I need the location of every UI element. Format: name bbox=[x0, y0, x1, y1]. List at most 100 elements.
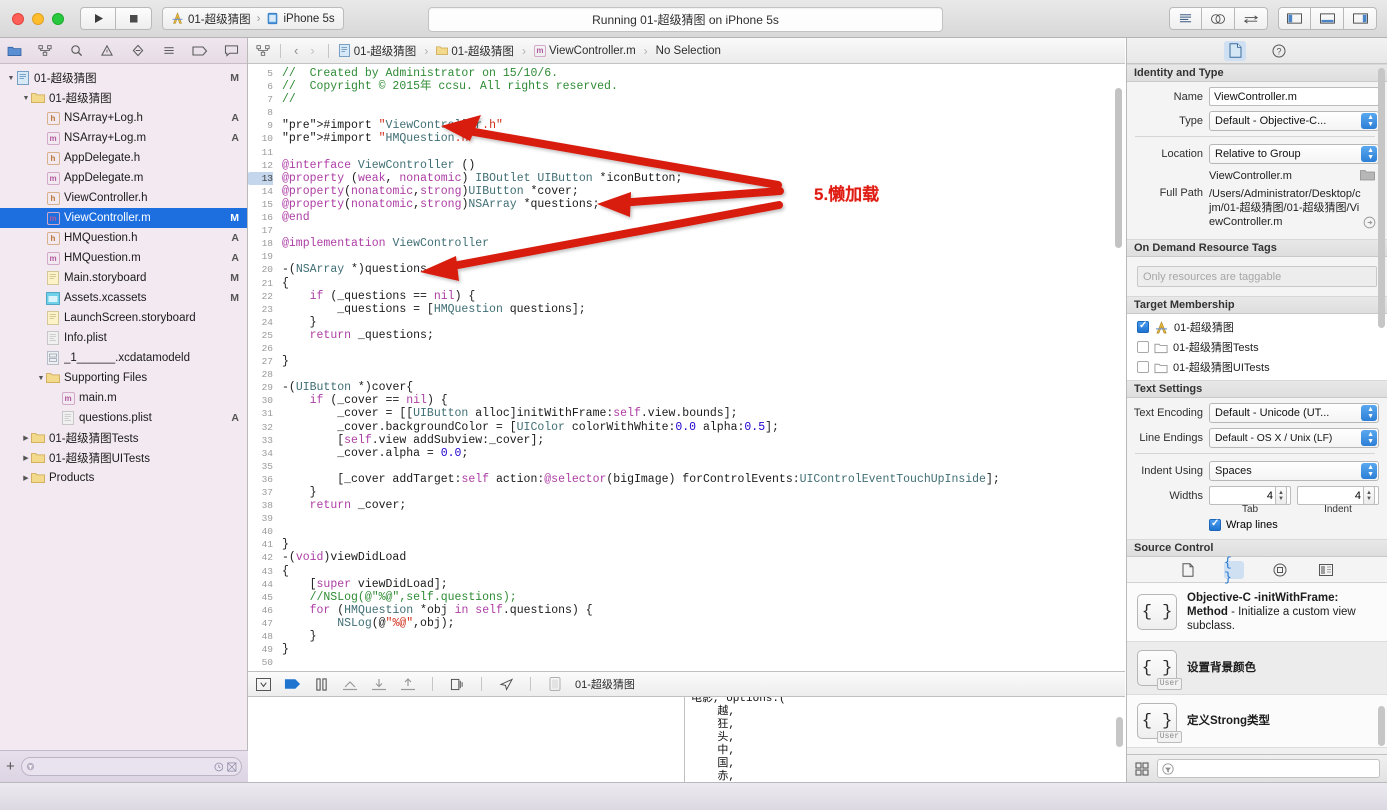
navigator-item[interactable]: m HMQuestion.m A bbox=[0, 248, 247, 268]
code-line[interactable]: if (_questions == nil) { bbox=[282, 290, 1125, 303]
code-line[interactable]: } bbox=[282, 486, 1125, 499]
code-line[interactable]: { bbox=[282, 565, 1125, 578]
code-line[interactable]: -(NSArray *)questions bbox=[282, 263, 1125, 276]
code-line[interactable]: } bbox=[282, 538, 1125, 551]
code-line[interactable]: } bbox=[282, 643, 1125, 656]
line-endings-select[interactable]: Default - OS X / Unix (LF) ▲ ▼ bbox=[1209, 428, 1379, 448]
code-line[interactable]: if (_cover == nil) { bbox=[282, 394, 1125, 407]
code-line[interactable] bbox=[282, 656, 1125, 669]
code-line[interactable]: @property(nonatomic,strong)UIButton *cov… bbox=[282, 185, 1125, 198]
media-library-icon[interactable] bbox=[1316, 561, 1336, 579]
project-navigator-list[interactable]: ▼ 01-超级猜图 M ▼ 01-超级猜图 h NSArray+Log.h A … bbox=[0, 64, 247, 748]
code-line[interactable]: @end bbox=[282, 211, 1125, 224]
code-line[interactable]: // bbox=[282, 93, 1125, 106]
navigator-item[interactable]: m NSArray+Log.m A bbox=[0, 128, 247, 148]
target-membership-row[interactable]: 01-超级猜图Tests bbox=[1131, 337, 1383, 357]
assistant-editor-button[interactable] bbox=[1202, 7, 1235, 30]
code-line[interactable]: "pre">#import "HMQuestion.h" bbox=[282, 132, 1125, 145]
breadcrumb-group[interactable]: 01-超级猜图 bbox=[436, 43, 514, 59]
simulate-location-icon[interactable] bbox=[497, 676, 515, 692]
recent-filter-icon[interactable] bbox=[214, 761, 224, 773]
disclosure-triangle-icon[interactable]: ▼ bbox=[36, 375, 46, 382]
breadcrumb-file[interactable]: m ViewController.m bbox=[533, 44, 636, 57]
text-encoding-select[interactable]: Default - Unicode (UT... ▲ ▼ bbox=[1209, 403, 1379, 423]
code-line[interactable] bbox=[282, 146, 1125, 159]
minimize-window-button[interactable] bbox=[32, 12, 44, 25]
code-line[interactable]: @property (weak, nonatomic) IBOutlet UIB… bbox=[282, 172, 1125, 185]
navigator-item[interactable]: Main.storyboard M bbox=[0, 268, 247, 288]
navigator-item[interactable]: h HMQuestion.h A bbox=[0, 228, 247, 248]
resource-tags-field[interactable]: Only resources are taggable bbox=[1137, 266, 1377, 287]
code-line[interactable]: } bbox=[282, 630, 1125, 643]
code-line[interactable]: // Created by Administrator on 15/10/6. bbox=[282, 67, 1125, 80]
location-select[interactable]: Relative to Group ▲ ▼ bbox=[1209, 144, 1379, 164]
code-line[interactable]: _cover.backgroundColor = [UIColor colorW… bbox=[282, 421, 1125, 434]
pause-icon[interactable] bbox=[312, 676, 330, 692]
code-content[interactable]: // Created by Administrator on 15/10/6. /… bbox=[278, 64, 1125, 669]
library-scrollbar[interactable] bbox=[1378, 706, 1385, 746]
tab-width-stepper[interactable]: 4 ▲ ▼ bbox=[1209, 486, 1291, 505]
stop-button[interactable] bbox=[116, 7, 152, 30]
grid-view-icon[interactable] bbox=[1135, 761, 1149, 776]
code-line[interactable] bbox=[282, 525, 1125, 538]
issue-navigator-icon[interactable] bbox=[99, 43, 115, 59]
code-line[interactable]: //NSLog(@"%@",self.questions); bbox=[282, 591, 1125, 604]
target-checkbox[interactable] bbox=[1137, 341, 1149, 353]
source-control-navigator-icon[interactable] bbox=[37, 43, 53, 59]
disclosure-triangle-icon[interactable]: ▶ bbox=[21, 474, 31, 482]
navigator-filter-field[interactable] bbox=[20, 757, 242, 776]
name-field[interactable]: ViewController.m bbox=[1209, 87, 1379, 106]
file-inspector-tab[interactable] bbox=[1224, 40, 1246, 61]
project-navigator-icon[interactable] bbox=[6, 43, 22, 59]
step-out-icon[interactable] bbox=[399, 676, 417, 692]
code-line[interactable] bbox=[282, 342, 1125, 355]
target-checkbox[interactable] bbox=[1137, 361, 1149, 373]
code-line[interactable] bbox=[282, 250, 1125, 263]
hide-debug-area-icon[interactable] bbox=[254, 676, 272, 692]
navigator-item[interactable]: ▶ 01-超级猜图Tests bbox=[0, 428, 247, 448]
code-line[interactable]: return _questions; bbox=[282, 329, 1125, 342]
toggle-inspector-button[interactable] bbox=[1344, 7, 1377, 30]
code-line[interactable]: return _cover; bbox=[282, 499, 1125, 512]
code-line[interactable]: NSLog(@"%@",obj); bbox=[282, 617, 1125, 630]
code-line[interactable]: @interface ViewController () bbox=[282, 159, 1125, 172]
tab-stepper-buttons[interactable]: ▲ ▼ bbox=[1275, 486, 1287, 505]
breadcrumb-selection-label[interactable]: No Selection bbox=[656, 45, 721, 57]
breadcrumb-project[interactable]: 01-超级猜图 bbox=[339, 43, 416, 59]
indent-stepper-buttons[interactable]: ▲ ▼ bbox=[1363, 486, 1375, 505]
code-line[interactable]: } bbox=[282, 316, 1125, 329]
code-line[interactable]: [self.view addSubview:_cover]; bbox=[282, 434, 1125, 447]
code-line[interactable] bbox=[282, 106, 1125, 119]
code-line[interactable]: [super viewDidLoad]; bbox=[282, 578, 1125, 591]
navigator-item[interactable]: ▶ 01-超级猜图UITests bbox=[0, 448, 247, 468]
navigator-filter-input[interactable] bbox=[38, 760, 210, 773]
test-navigator-icon[interactable] bbox=[130, 43, 146, 59]
step-into-icon[interactable] bbox=[370, 676, 388, 692]
version-editor-button[interactable] bbox=[1235, 7, 1268, 30]
code-line[interactable]: _cover.alpha = 0.0; bbox=[282, 447, 1125, 460]
navigator-item[interactable]: m ViewController.m M bbox=[0, 208, 247, 228]
navigator-item[interactable]: Info.plist bbox=[0, 328, 247, 348]
code-line[interactable]: -(void)viewDidLoad bbox=[282, 551, 1125, 564]
navigator-item[interactable]: Assets.xcassets M bbox=[0, 288, 247, 308]
navigator-item[interactable]: h AppDelegate.h bbox=[0, 148, 247, 168]
code-line[interactable]: // Copyright © 2015年 ccsu. All rights re… bbox=[282, 80, 1125, 93]
code-line[interactable]: [_cover addTarget:self action:@selector(… bbox=[282, 473, 1125, 486]
code-line[interactable] bbox=[282, 224, 1125, 237]
code-line[interactable]: for (HMQuestion *obj in self.questions) … bbox=[282, 604, 1125, 617]
scheme-selector[interactable]: 01-超级猜图 › iPhone 5s bbox=[162, 7, 344, 30]
code-snippet-library-icon[interactable]: { } bbox=[1224, 555, 1244, 585]
snippet-item[interactable]: { } User 设置背景颜色 bbox=[1127, 642, 1387, 695]
source-control-filter-icon[interactable] bbox=[227, 761, 237, 773]
code-line[interactable] bbox=[282, 512, 1125, 525]
navigator-item[interactable]: ▼ 01-超级猜图 M bbox=[0, 68, 247, 88]
zoom-window-button[interactable] bbox=[52, 12, 64, 25]
snippet-item[interactable]: { } Objective-C -initWithFrame: Method -… bbox=[1127, 583, 1387, 642]
close-window-button[interactable] bbox=[12, 12, 24, 25]
go-back-button[interactable]: ‹ bbox=[291, 43, 301, 58]
code-line[interactable] bbox=[282, 460, 1125, 473]
choose-file-icon[interactable] bbox=[1360, 169, 1375, 181]
disclosure-triangle-icon[interactable]: ▶ bbox=[21, 454, 31, 462]
step-over-icon[interactable] bbox=[341, 676, 359, 692]
type-select[interactable]: Default - Objective-C... ▲ ▼ bbox=[1209, 111, 1379, 131]
